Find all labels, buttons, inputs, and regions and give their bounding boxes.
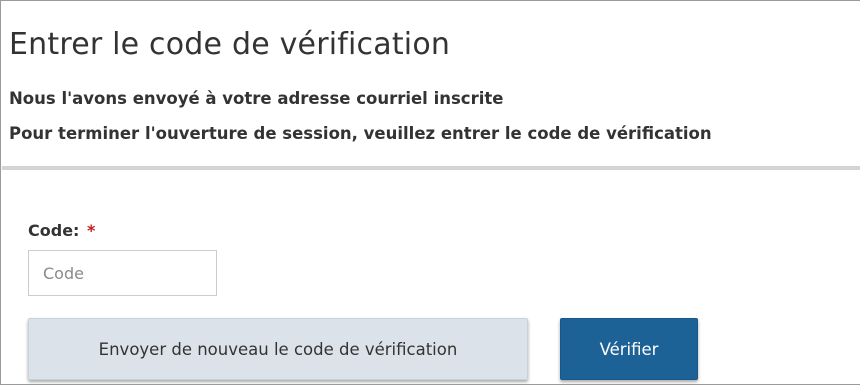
verification-panel: Entrer le code de vérification Nous l'av…	[0, 0, 860, 385]
code-label-group: Code: *	[28, 221, 95, 240]
verify-button[interactable]: Vérifier	[560, 318, 698, 380]
code-input[interactable]	[28, 250, 217, 296]
sent-message: Nous l'avons envoyé à votre adresse cour…	[9, 89, 504, 108]
resend-code-button[interactable]: Envoyer de nouveau le code de vérificati…	[28, 318, 528, 380]
page-title: Entrer le code de vérification	[9, 27, 451, 62]
instruction-message: Pour terminer l'ouverture de session, ve…	[9, 124, 712, 143]
code-label: Code:	[28, 221, 80, 240]
required-marker: *	[87, 221, 96, 240]
section-divider	[2, 166, 860, 170]
